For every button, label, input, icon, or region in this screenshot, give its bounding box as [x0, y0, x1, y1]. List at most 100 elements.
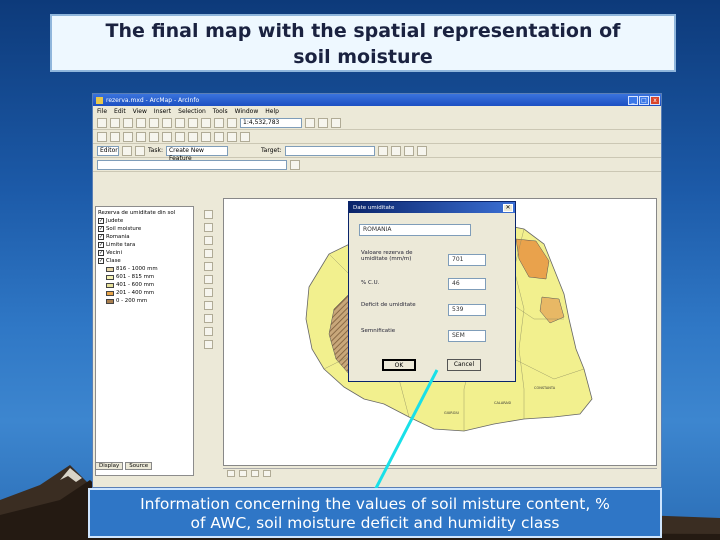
significance-label: Semnificatie [361, 328, 396, 334]
moisture-value-label: Valoare rezerva de umiditate (mm/m) [361, 250, 413, 262]
arctoolbox-icon[interactable] [318, 117, 328, 128]
save-icon[interactable] [123, 117, 133, 128]
layer-options-icon[interactable] [290, 159, 300, 170]
rotate-tool-icon[interactable] [390, 145, 401, 156]
toc-tabs: Display Source [95, 462, 153, 470]
globe-icon[interactable] [203, 249, 213, 258]
vertical-toolbar [197, 206, 219, 476]
minimize-button[interactable]: _ [628, 95, 638, 105]
identify-icon[interactable] [203, 301, 213, 310]
redo-icon[interactable] [214, 117, 224, 128]
ok-button[interactable]: OK [382, 359, 416, 371]
layer-label: Romania [106, 234, 130, 240]
back-extent-icon[interactable] [175, 131, 185, 142]
add-data-icon[interactable] [227, 117, 237, 128]
pan-icon[interactable] [149, 131, 159, 142]
moisture-deficit-field[interactable]: 539 [448, 304, 486, 316]
task-combo[interactable]: Create New Feature [165, 145, 228, 162]
menu-insert[interactable]: Insert [154, 108, 171, 115]
pause-icon[interactable] [263, 470, 271, 477]
back-arrow-icon[interactable] [203, 262, 213, 271]
id-field[interactable]: ROMANIA [359, 224, 471, 236]
delete-icon[interactable] [188, 117, 198, 128]
fixed-zoom-out-icon[interactable] [136, 131, 146, 142]
measure-icon[interactable] [240, 131, 250, 142]
toc-layer-limite[interactable]: ✓ Limite tara [98, 241, 191, 249]
menu-selection[interactable]: Selection [178, 108, 206, 115]
find-icon[interactable] [227, 131, 237, 142]
undo-icon[interactable] [201, 117, 211, 128]
scale-combo[interactable]: 1:4,532,783 [240, 117, 302, 128]
identify-icon[interactable] [214, 131, 224, 142]
binoculars-icon[interactable] [203, 314, 213, 323]
zoom-out-icon[interactable] [110, 131, 120, 142]
legend-item: 601 - 815 mm [98, 273, 191, 281]
select-features-icon[interactable] [201, 131, 211, 142]
copy-icon[interactable] [162, 117, 172, 128]
dialog-close-button[interactable]: ✕ [503, 203, 513, 212]
paste-icon[interactable] [175, 117, 185, 128]
layer-label: Clase [106, 258, 121, 264]
maximize-button[interactable]: □ [639, 95, 649, 105]
edit-tool-icon[interactable] [122, 145, 132, 156]
layer-checkbox[interactable]: ✓ [98, 258, 104, 264]
legend-swatch [106, 298, 114, 304]
full-extent-icon[interactable] [162, 131, 172, 142]
select-elements-icon[interactable] [203, 288, 213, 297]
menu-help[interactable]: Help [265, 108, 279, 115]
menu-view[interactable]: View [133, 108, 147, 115]
zoom-out-icon[interactable] [203, 223, 213, 232]
layer-checkbox[interactable]: ✓ [98, 234, 104, 240]
hyperlink-icon[interactable] [203, 327, 213, 336]
zoom-in-icon[interactable] [203, 210, 213, 219]
menu-file[interactable]: File [97, 108, 107, 115]
menu-edit[interactable]: Edit [114, 108, 126, 115]
editor-toolbar-icon[interactable] [305, 117, 315, 128]
sketch-tool-icon[interactable] [135, 145, 145, 156]
measure-icon[interactable] [203, 340, 213, 349]
legend-label: 816 - 1000 mm [116, 266, 158, 272]
svg-text:GIURGIU: GIURGIU [444, 411, 459, 415]
cut-icon[interactable] [149, 117, 159, 128]
legend-swatch [106, 290, 114, 296]
layer-checkbox[interactable]: ✓ [98, 250, 104, 256]
layer-combo[interactable] [97, 159, 287, 170]
data-view-icon[interactable] [227, 470, 235, 477]
zoom-in-icon[interactable] [97, 131, 107, 142]
editor-menu[interactable]: Editor [97, 145, 119, 156]
dialog-title: Date umiditate [353, 204, 395, 211]
refresh-icon[interactable] [251, 470, 259, 477]
open-icon[interactable] [110, 117, 120, 128]
forward-extent-icon[interactable] [188, 131, 198, 142]
target-combo[interactable] [284, 145, 375, 156]
awc-percent-field[interactable]: 46 [448, 278, 486, 290]
menu-window[interactable]: Window [235, 108, 259, 115]
moisture-value-field[interactable]: 701 [448, 254, 486, 266]
tab-source[interactable]: Source [125, 462, 153, 470]
attributes-icon[interactable] [403, 145, 414, 156]
cancel-button[interactable]: Cancel [447, 359, 481, 371]
help-icon[interactable] [331, 117, 341, 128]
print-icon[interactable] [136, 117, 146, 128]
split-tool-icon[interactable] [377, 145, 388, 156]
toc-root[interactable]: Rezerva de umiditate din sol [98, 209, 191, 217]
tab-display[interactable]: Display [95, 462, 124, 470]
slide-title: The final map with the spatial represent… [50, 14, 676, 72]
forward-arrow-icon[interactable] [203, 275, 213, 284]
layer-checkbox[interactable]: ✓ [98, 218, 104, 224]
layout-view-icon[interactable] [239, 470, 247, 477]
close-button[interactable]: x [650, 95, 660, 105]
layer-checkbox[interactable]: ✓ [98, 242, 104, 248]
pan-icon[interactable] [203, 236, 213, 245]
toc-layer-vecini[interactable]: ✓ Vecini [98, 249, 191, 257]
toc-layer-soil-moisture[interactable]: ✓ Soil moisture [98, 225, 191, 233]
new-icon[interactable] [97, 117, 107, 128]
fixed-zoom-in-icon[interactable] [123, 131, 133, 142]
sketch-properties-icon[interactable] [416, 145, 427, 156]
menu-tools[interactable]: Tools [213, 108, 228, 115]
toc-layer-romania[interactable]: ✓ Romania [98, 233, 191, 241]
toc-layer-judete[interactable]: ✓ Judete [98, 217, 191, 225]
toc-layer-clase[interactable]: ✓ Clase [98, 257, 191, 265]
layer-checkbox[interactable]: ✓ [98, 226, 104, 232]
significance-field[interactable]: SEM [448, 330, 486, 342]
